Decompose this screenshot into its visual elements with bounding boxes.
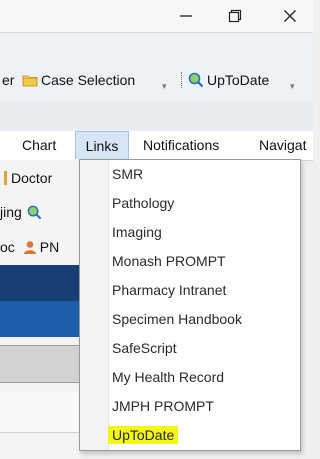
menu-links-label: Links	[85, 137, 119, 154]
case-selection-dropdown-arrow[interactable]: ▾	[162, 76, 167, 96]
menu-notifications[interactable]: Notifications	[143, 131, 219, 159]
link-jmph-prompt-label: JMPH PROMPT	[112, 398, 214, 414]
link-uptodate[interactable]: UpToDate	[108, 423, 179, 447]
minimize-button[interactable]	[163, 0, 209, 32]
grey-band	[0, 345, 80, 383]
light-band	[0, 392, 80, 433]
case-selection-button[interactable]: Case Selection	[22, 70, 135, 90]
link-imaging-label: Imaging	[112, 224, 162, 240]
pn-partial-label: PN	[39, 239, 60, 255]
menu-navigation[interactable]: Navigat	[259, 131, 306, 159]
doctor-marker	[4, 171, 7, 185]
link-smr[interactable]: SMR	[112, 162, 143, 186]
dropdown-icon-gutter	[80, 160, 109, 450]
close-button[interactable]	[267, 0, 313, 32]
link-specimen-handbook[interactable]: Specimen Handbook	[112, 307, 242, 331]
close-icon	[284, 10, 296, 22]
restore-button[interactable]	[212, 0, 258, 32]
toolbar-partial-label: er	[2, 72, 15, 88]
menu-chart[interactable]: Chart	[22, 131, 56, 159]
search-icon	[188, 72, 204, 88]
toolbar	[0, 32, 313, 102]
minimize-icon	[180, 15, 192, 17]
folder-icon	[22, 75, 38, 87]
link-safescript-label: SafeScript	[112, 340, 177, 356]
link-my-health-record[interactable]: My Health Record	[112, 365, 224, 389]
toolbar-partial-item[interactable]: er	[2, 70, 14, 90]
blue-band	[0, 301, 80, 337]
case-selection-label: Case Selection	[41, 72, 136, 88]
doctor-item[interactable]: Doctor	[4, 167, 52, 189]
menu-navigation-label: Navigat	[259, 137, 307, 153]
link-specimen-handbook-label: Specimen Handbook	[112, 311, 242, 327]
search-icon	[27, 205, 42, 219]
restore-icon	[228, 9, 242, 23]
link-imaging[interactable]: Imaging	[112, 220, 162, 244]
uptodate-dropdown-arrow[interactable]: ▾	[290, 76, 295, 96]
link-pharmacy-intranet-label: Pharmacy Intranet	[112, 282, 227, 298]
menu-chart-label: Chart	[22, 137, 57, 153]
link-my-health-record-label: My Health Record	[112, 369, 225, 385]
link-uptodate-label: UpToDate	[108, 426, 179, 444]
imaging-item[interactable]: jing	[0, 201, 42, 223]
link-jmph-prompt[interactable]: JMPH PROMPT	[112, 394, 214, 418]
dark-blue-band	[0, 265, 80, 301]
link-pathology[interactable]: Pathology	[112, 191, 174, 215]
menu-notifications-label: Notifications	[143, 137, 220, 153]
doc-partial-label: oc	[0, 239, 15, 255]
link-safescript[interactable]: SafeScript	[112, 336, 177, 360]
toolbar-separator	[181, 72, 183, 88]
chevron-down-icon: ▾	[162, 80, 167, 91]
imaging-partial-label: jing	[0, 204, 22, 220]
link-monash-prompt-label: Monash PROMPT	[112, 253, 226, 269]
section-gap	[0, 101, 313, 131]
link-smr-label: SMR	[112, 166, 144, 182]
menu-links[interactable]: Links	[75, 131, 129, 159]
user-icon	[23, 240, 36, 254]
doctor-label: Doctor	[11, 170, 53, 186]
link-monash-prompt[interactable]: Monash PROMPT	[112, 249, 226, 273]
uptodate-toolbar-button[interactable]: UpToDate	[188, 70, 269, 90]
uptodate-toolbar-label: UpToDate	[207, 72, 270, 88]
link-pharmacy-intranet[interactable]: Pharmacy Intranet	[112, 278, 226, 302]
doc-user-item[interactable]: oc PN	[0, 236, 59, 258]
link-pathology-label: Pathology	[112, 195, 175, 211]
chevron-down-icon: ▾	[290, 80, 295, 91]
